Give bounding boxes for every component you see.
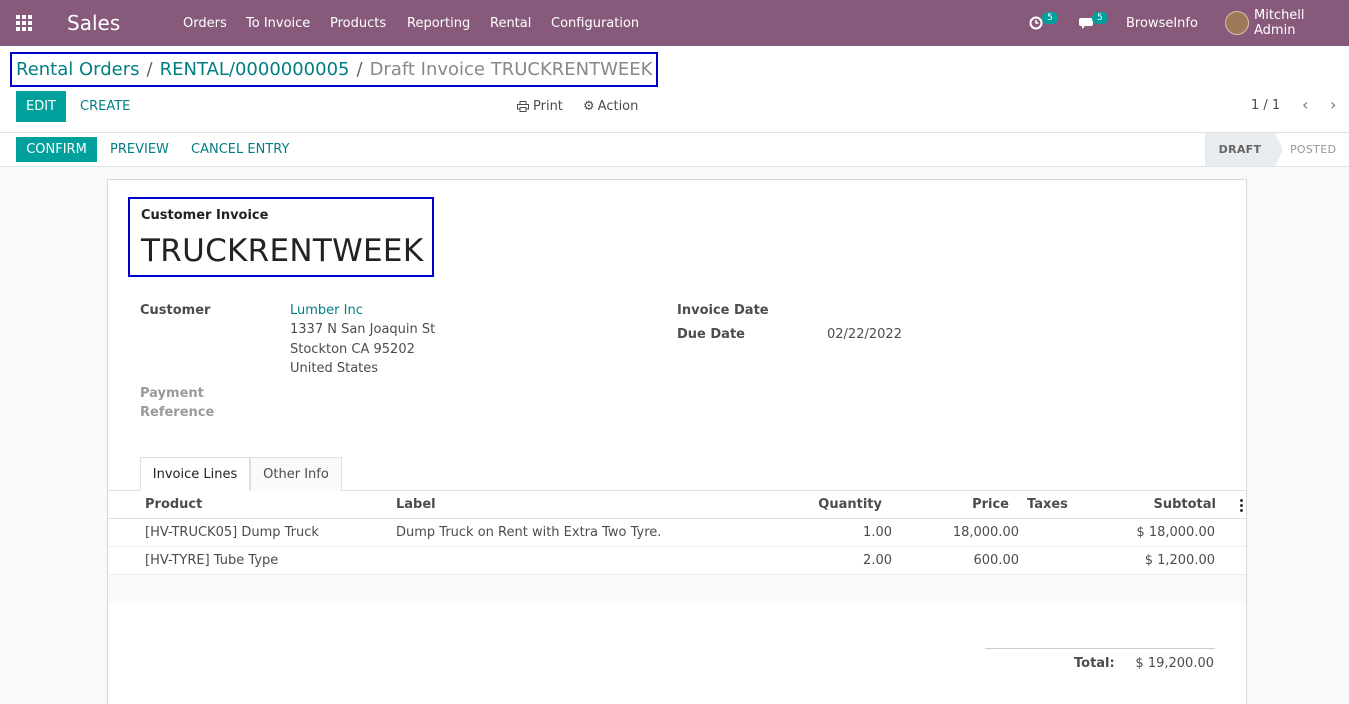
- notebook-tabs: Invoice Lines Other Info: [108, 457, 1246, 491]
- action-label: Action: [597, 99, 639, 114]
- invoice-number: TRUCKRENTWEEK: [141, 233, 424, 269]
- due-date-value[interactable]: 02/22/2022: [827, 327, 902, 342]
- tab-invoice-lines[interactable]: Invoice Lines: [140, 457, 250, 491]
- menu-configuration[interactable]: Configuration: [551, 0, 639, 46]
- company-switcher[interactable]: BrowseInfo: [1126, 0, 1198, 46]
- menu-products[interactable]: Products: [330, 0, 386, 46]
- cancel-entry-button[interactable]: CANCEL ENTRY: [191, 142, 289, 157]
- stage-posted[interactable]: POSTED: [1290, 133, 1336, 166]
- messaging-menu[interactable]: 5: [1079, 0, 1109, 46]
- column-label[interactable]: Label: [396, 491, 436, 519]
- activity-badge: 5: [1042, 12, 1058, 24]
- line-subtotal: $ 18,000.00: [1136, 525, 1215, 540]
- column-taxes[interactable]: Taxes: [1027, 491, 1068, 519]
- customer-link[interactable]: Lumber Inc: [290, 303, 363, 318]
- edit-button[interactable]: EDIT: [16, 91, 66, 122]
- menu-to-invoice[interactable]: To Invoice: [246, 0, 310, 46]
- invoice-title-box: Customer Invoice TRUCKRENTWEEK: [128, 197, 434, 277]
- stage-draft: DRAFT: [1205, 133, 1275, 166]
- control-panel: Rental Orders / RENTAL/0000000005 / Draf…: [0, 46, 1349, 133]
- table-row[interactable]: [HV-TYRE] Tube Type 2.00 600.00 $ 1,200.…: [108, 547, 1246, 575]
- print-icon: [517, 101, 529, 112]
- invoice-type-label: Customer Invoice: [141, 208, 269, 223]
- line-quantity: 2.00: [863, 553, 892, 568]
- column-price[interactable]: Price: [928, 491, 1009, 519]
- chevron-right-icon[interactable]: ›: [1330, 97, 1336, 113]
- column-subtotal[interactable]: Subtotal: [1108, 491, 1216, 519]
- create-button[interactable]: CREATE: [80, 99, 130, 114]
- stage-arrow: [1275, 133, 1283, 166]
- breadcrumb-current: Draft Invoice TRUCKRENTWEEK: [369, 59, 653, 80]
- activity-clock-icon: [1029, 16, 1043, 30]
- customer-address-line: United States: [290, 361, 379, 376]
- action-menu[interactable]: ⚙ Action: [583, 99, 638, 114]
- payment-reference-label: Reference: [140, 405, 215, 420]
- line-product: [HV-TRUCK05] Dump Truck: [145, 525, 319, 540]
- customer-address-line: 1337 N San Joaquin St: [290, 322, 436, 337]
- table-row[interactable]: [HV-TRUCK05] Dump Truck Dump Truck on Re…: [108, 519, 1246, 547]
- line-product: [HV-TYRE] Tube Type: [145, 553, 279, 568]
- avatar[interactable]: [1225, 11, 1249, 35]
- menu-rental[interactable]: Rental: [490, 0, 531, 46]
- line-quantity: 1.00: [863, 525, 892, 540]
- column-quantity[interactable]: Quantity: [788, 491, 882, 519]
- activity-menu[interactable]: 5: [1029, 0, 1059, 46]
- top-navbar: Sales Orders To Invoice Products Reporti…: [0, 0, 1349, 46]
- total-label: Total:: [1074, 656, 1115, 671]
- breadcrumb-separator: /: [146, 59, 153, 80]
- menu-orders[interactable]: Orders: [183, 0, 227, 46]
- column-product[interactable]: Product: [145, 491, 202, 519]
- apps-grid-icon: [16, 15, 32, 31]
- preview-button[interactable]: PREVIEW: [110, 142, 169, 157]
- user-menu[interactable]: Mitchell Admin: [1254, 0, 1349, 46]
- print-label: Print: [533, 99, 563, 114]
- breadcrumb: Rental Orders / RENTAL/0000000005 / Draf…: [10, 52, 658, 87]
- print-menu[interactable]: Print: [517, 99, 563, 114]
- total-divider: [985, 648, 1215, 649]
- pager-value[interactable]: 1 / 1: [1251, 98, 1280, 113]
- customer-label: Customer: [140, 303, 211, 318]
- invoice-lines-table: Product Label Quantity Price Taxes Subto…: [108, 491, 1246, 603]
- table-row-empty: [108, 575, 1246, 603]
- confirm-button[interactable]: CONFIRM: [16, 137, 97, 162]
- form-sheet: Customer Invoice TRUCKRENTWEEK Customer …: [107, 179, 1247, 704]
- statusbar: CONFIRM PREVIEW CANCEL ENTRY DRAFT POSTE…: [0, 133, 1349, 167]
- gear-icon: ⚙: [583, 99, 595, 114]
- due-date-label: Due Date: [677, 327, 745, 342]
- breadcrumb-separator: /: [356, 59, 363, 80]
- menu-reporting[interactable]: Reporting: [407, 0, 470, 46]
- line-label: Dump Truck on Rent with Extra Two Tyre.: [396, 525, 662, 540]
- line-subtotal: $ 1,200.00: [1144, 553, 1215, 568]
- breadcrumb-rental-orders[interactable]: Rental Orders: [16, 59, 140, 80]
- message-badge: 5: [1092, 12, 1108, 24]
- apps-menu-button[interactable]: [16, 0, 34, 46]
- invoice-date-label: Invoice Date: [677, 303, 769, 318]
- line-price: 18,000.00: [952, 525, 1019, 540]
- total-value: $ 19,200.00: [1135, 656, 1214, 671]
- tab-other-info[interactable]: Other Info: [250, 457, 342, 491]
- customer-address-line: Stockton CA 95202: [290, 342, 415, 357]
- line-price: 600.00: [973, 553, 1020, 568]
- breadcrumb-rental-order[interactable]: RENTAL/0000000005: [160, 59, 350, 80]
- chevron-left-icon[interactable]: ‹: [1302, 97, 1308, 113]
- kebab-icon[interactable]: [1240, 499, 1243, 512]
- payment-reference-label: Payment: [140, 386, 204, 401]
- app-brand[interactable]: Sales: [67, 0, 120, 46]
- table-header: Product Label Quantity Price Taxes Subto…: [108, 491, 1246, 519]
